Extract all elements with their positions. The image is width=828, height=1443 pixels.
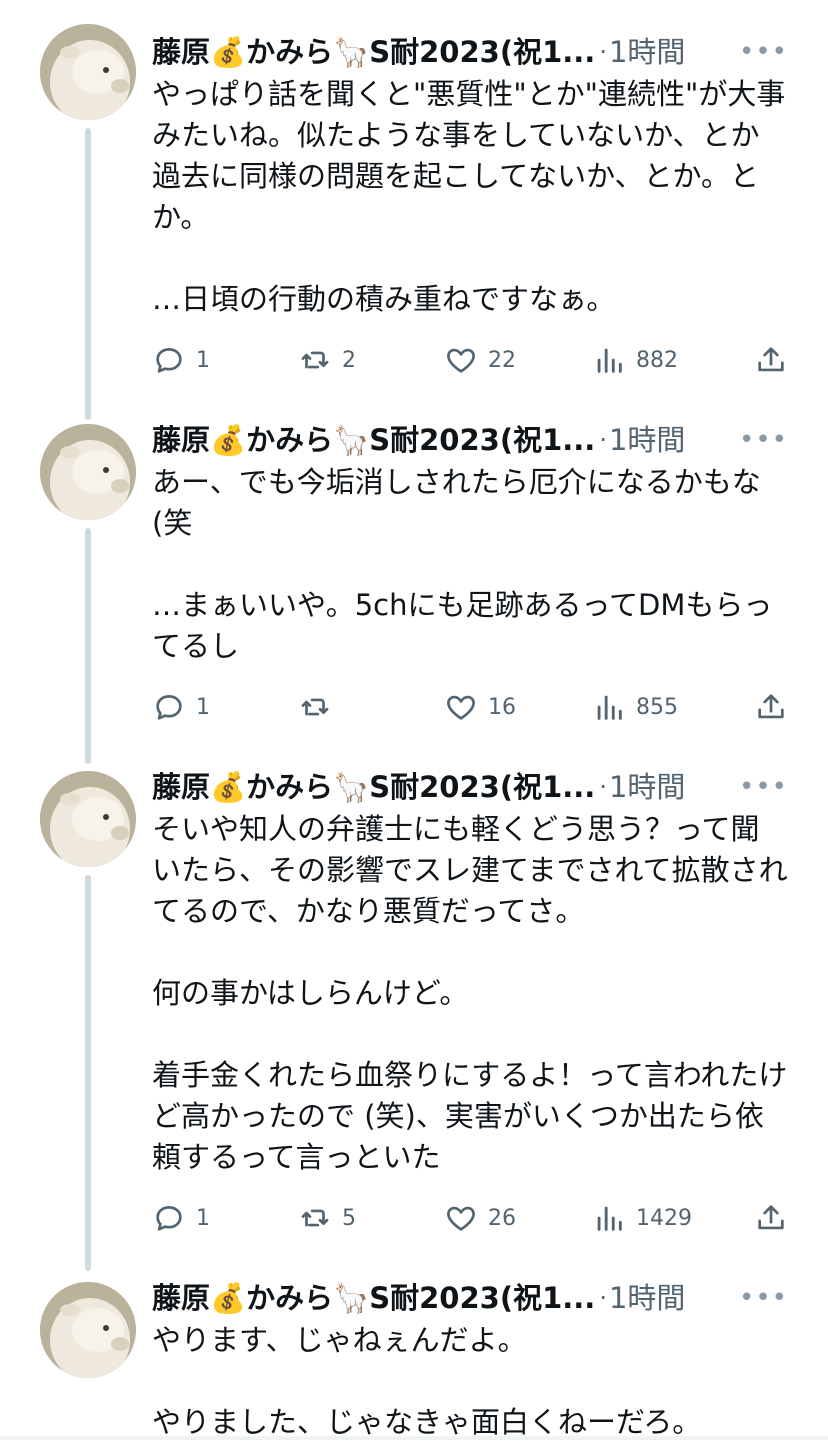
heart-icon [447,1206,475,1231]
reply-count: 1 [196,1205,210,1231]
timestamp[interactable]: 1時間 [609,424,685,456]
tweet-text: あー、でも今垢消しされたら厄介になるかもな (笑 …まぁいいや。5chにも足跡あ… [152,465,773,663]
reply-count: 1 [196,694,210,720]
retweet-button[interactable] [298,690,444,724]
action-bar: 1 16 855 [152,685,788,729]
heart-icon [447,695,475,720]
views-button[interactable]: 855 [592,690,748,724]
display-name[interactable]: 藤原💰かみら🦙S耐2023(祝1... [152,36,595,68]
like-count: 22 [488,347,516,373]
reply-button[interactable]: 1 [152,1201,298,1235]
retweet-button[interactable]: 2 [298,343,444,377]
more-options-icon[interactable]: ••• [739,1282,788,1314]
like-button[interactable]: 26 [444,1201,592,1235]
timestamp[interactable]: 1時間 [609,1282,685,1314]
retweet-count: 5 [342,1205,356,1231]
tweet-text: そいや知人の弁護士にも軽くどう思う？って聞いたら、その影響でスレ建てまでされて拡… [152,812,788,1174]
more-options-icon[interactable]: ••• [739,424,788,456]
alpaca-avatar-image [40,424,136,520]
tweet-text: やります、じゃねぇんだよ。 やりました、じゃなきゃ面白くねーだろ。 [152,1323,702,1439]
separator-dot: · [599,426,607,454]
share-icon [758,347,784,372]
thread-connector-line [85,128,91,420]
action-bar: 1 2 22 882 [152,338,788,382]
share-button[interactable] [754,1201,788,1235]
alpaca-avatar-image [40,24,136,120]
like-button[interactable]: 16 [444,690,592,724]
avatar[interactable] [40,1282,136,1378]
reply-count: 1 [196,347,210,373]
like-count: 26 [488,1205,516,1231]
reply-icon [156,348,182,373]
reply-button[interactable]: 1 [152,690,298,724]
separator-dot: · [599,38,607,66]
retweet-icon [301,698,329,716]
display-name[interactable]: 藤原💰かみら🦙S耐2023(祝1... [152,424,595,456]
share-button[interactable] [754,343,788,377]
views-button[interactable]: 1429 [592,1201,748,1235]
thread-connector-line [85,875,91,1271]
separator-dot: · [599,773,607,801]
alpaca-avatar-image [40,771,136,867]
view-count: 855 [636,694,678,720]
heart-icon [447,348,475,373]
avatar[interactable] [40,424,136,520]
share-button[interactable] [754,690,788,724]
view-count: 882 [636,347,678,373]
share-icon [758,1205,784,1230]
timestamp[interactable]: 1時間 [609,36,685,68]
tweet[interactable]: 藤原💰かみら🦙S耐2023(祝1... · 1時間 ••• やります、じゃねぇん… [0,1282,828,1443]
view-count: 1429 [636,1205,692,1231]
more-options-icon[interactable]: ••• [739,771,788,803]
thread-connector-line [85,528,91,764]
like-count: 16 [488,694,516,720]
separator-dot: · [599,1284,607,1312]
views-button[interactable]: 882 [592,343,748,377]
reply-icon [156,695,182,720]
bottom-divider [0,1436,828,1440]
tweet[interactable]: 藤原💰かみら🦙S耐2023(祝1... · 1時間 ••• そいや知人の弁護士に… [0,771,828,1282]
more-options-icon[interactable]: ••• [739,36,788,68]
display-name[interactable]: 藤原💰かみら🦙S耐2023(祝1... [152,1282,595,1314]
display-name[interactable]: 藤原💰かみら🦙S耐2023(祝1... [152,771,595,803]
retweet-icon [301,1209,329,1227]
tweet-thread: 藤原💰かみら🦙S耐2023(祝1... · 1時間 ••• やっぱり話を聞くと"… [0,0,828,1443]
retweet-count: 2 [342,347,356,373]
avatar[interactable] [40,771,136,867]
like-button[interactable]: 22 [444,343,592,377]
views-icon [597,1206,622,1231]
tweet-text: やっぱり話を聞くと"悪質性"とか"連続性"が大事みたいね。似たような事をしていな… [152,77,786,316]
timestamp[interactable]: 1時間 [609,771,685,803]
retweet-button[interactable]: 5 [298,1201,444,1235]
retweet-icon [301,351,329,369]
views-icon [597,348,622,373]
tweet[interactable]: 藤原💰かみら🦙S耐2023(祝1... · 1時間 ••• あー、でも今垢消しさ… [0,424,828,771]
views-icon [597,695,622,720]
alpaca-avatar-image [40,1282,136,1378]
tweet[interactable]: 藤原💰かみら🦙S耐2023(祝1... · 1時間 ••• やっぱり話を聞くと"… [0,0,828,424]
share-icon [758,694,784,719]
action-bar: 1 5 26 1429 [152,1196,788,1240]
reply-button[interactable]: 1 [152,343,298,377]
avatar[interactable] [40,24,136,120]
reply-icon [156,1206,182,1231]
